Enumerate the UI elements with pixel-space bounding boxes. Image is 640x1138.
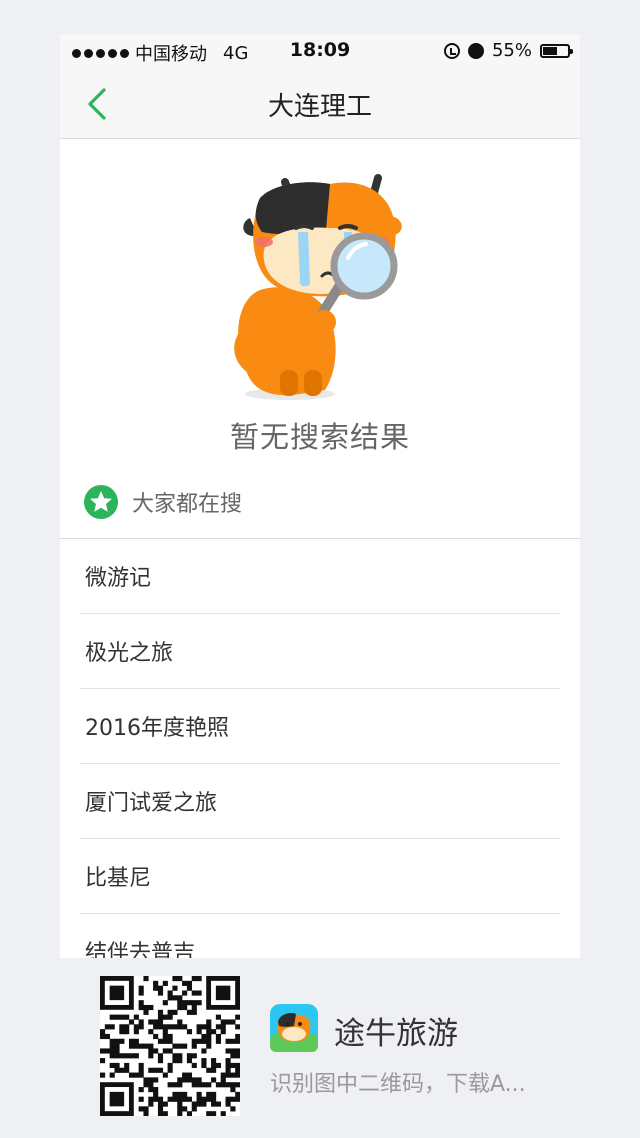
page-title: 大连理工 — [267, 92, 372, 122]
list-item[interactable]: 微游记 — [80, 539, 560, 614]
hot-searches-list: 微游记 极光之旅 2016年度艳照 厦门试爱之旅 比基尼 结伴去普吉 — [80, 539, 560, 958]
rotation-lock-icon — [443, 42, 460, 59]
phone-screen: 中国移动 4G 18:09 55% 大连理工 暂无搜索结果 大家都在搜 微游记 … — [60, 34, 580, 958]
hot-searches-label: 大家都在搜 — [132, 492, 243, 517]
star-icon — [84, 485, 118, 519]
battery-fill — [543, 46, 557, 55]
alarm-icon — [467, 42, 484, 59]
app-download-hint: 识别图中二维码，下载A... — [270, 1072, 526, 1097]
status-bar: 中国移动 4G 18:09 55% — [60, 34, 580, 68]
download-footer: 途牛旅游 识别图中二维码，下载A... — [0, 958, 640, 1138]
battery-icon — [540, 43, 573, 58]
list-item[interactable]: 厦门试爱之旅 — [80, 764, 560, 839]
status-right: 55% — [443, 40, 573, 61]
hot-searches-header: 大家都在搜 — [84, 484, 242, 520]
navigation-bar: 大连理工 — [60, 68, 580, 139]
empty-result-text: 暂无搜索结果 — [229, 420, 410, 454]
crying-cow-illustration — [234, 174, 402, 400]
qr-code — [100, 976, 241, 1120]
battery-percent: 55% — [491, 40, 532, 61]
app-name: 途牛旅游 — [334, 1016, 458, 1052]
list-item[interactable]: 极光之旅 — [80, 614, 560, 689]
list-item[interactable]: 2016年度艳照 — [80, 689, 560, 764]
list-item[interactable]: 比基尼 — [80, 839, 560, 914]
app-logo-icon — [270, 1004, 318, 1052]
qr-code-image — [100, 976, 241, 1117]
list-item[interactable]: 结伴去普吉 — [80, 914, 560, 958]
